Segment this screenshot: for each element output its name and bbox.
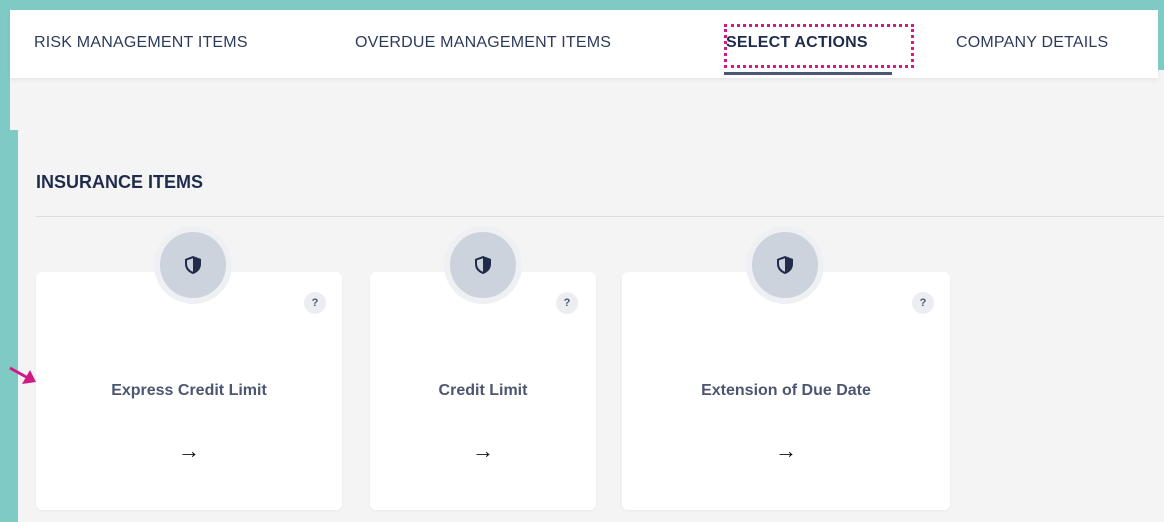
tab-risk-management-items[interactable]: RISK MANAGEMENT ITEMS [34,34,248,52]
arrow-right-icon[interactable]: → [622,438,950,464]
help-icon[interactable]: ? [912,292,934,314]
pointer-arrow-icon [9,366,36,384]
shield-icon [444,226,522,304]
frame-right-border [1158,0,1164,70]
card-label: Credit Limit [438,382,528,399]
shield-icon [746,226,824,304]
arrow-right-icon[interactable]: → [36,438,342,464]
card-express-credit-limit[interactable]: ? Express Credit Limit → [36,226,342,510]
section-title: INSURANCE ITEMS [36,172,204,192]
card-label: Express Credit Limit [111,382,267,399]
card-label: Extension of Due Date [701,382,871,399]
arrow-right-icon[interactable]: → [370,438,596,464]
tab-overdue-management-items[interactable]: OVERDUE MANAGEMENT ITEMS [355,34,611,52]
tab-company-details[interactable]: COMPANY DETAILS [956,34,1108,52]
tab-bar: RISK MANAGEMENT ITEMS OVERDUE MANAGEMENT… [10,10,1158,78]
card-credit-limit[interactable]: ? Credit Limit → [370,226,596,510]
frame-top-border [0,0,1164,10]
card-extension-of-due-date[interactable]: ? Extension of Due Date → [622,226,950,510]
help-icon[interactable]: ? [556,292,578,314]
frame-left-accent [0,130,18,522]
active-tab-indicator [724,72,892,75]
shield-icon [154,226,232,304]
help-icon[interactable]: ? [304,292,326,314]
section-divider [36,216,1164,217]
tab-select-actions[interactable]: SELECT ACTIONS [726,34,868,52]
